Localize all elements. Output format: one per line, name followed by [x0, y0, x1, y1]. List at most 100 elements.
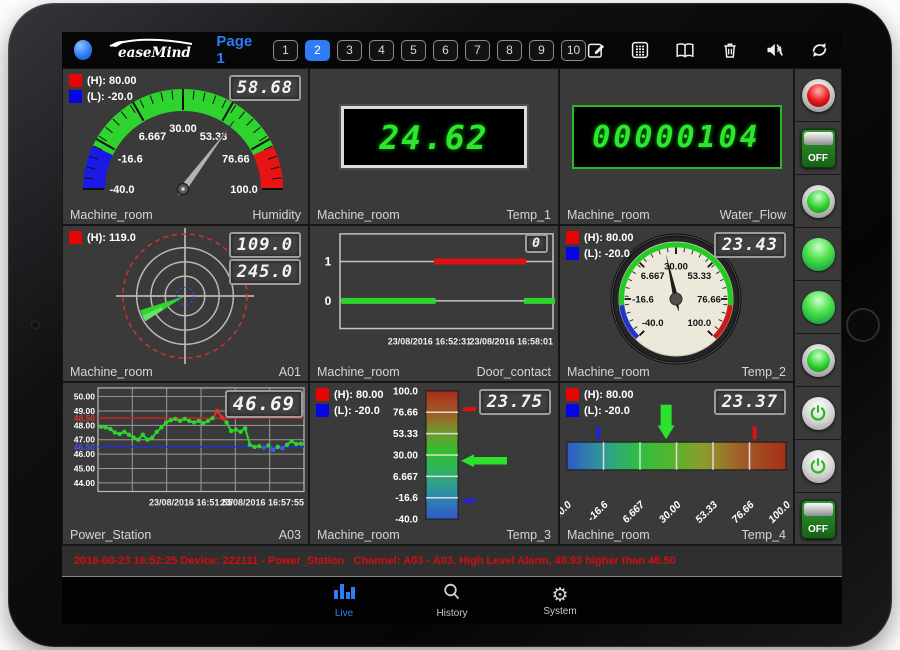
page-button-2[interactable]: 2	[305, 40, 330, 61]
svg-text:44.00: 44.00	[74, 478, 96, 488]
tab-history-label: History	[436, 608, 467, 619]
channel-label: Water_Flow	[720, 208, 786, 222]
indicator-light-green-2[interactable]	[802, 238, 835, 271]
keypad-icon[interactable]	[630, 40, 650, 60]
home-button[interactable]	[846, 308, 880, 342]
tab-live[interactable]: Live	[312, 582, 376, 619]
high-limit-label: (H): 80.00	[334, 389, 384, 401]
device-label: Machine_room	[317, 528, 400, 542]
side-cell	[795, 387, 841, 440]
page-button-1[interactable]: 1	[273, 40, 298, 61]
toolbar: easeMind Page 1 12345678910	[62, 32, 842, 68]
svg-text:46.00: 46.00	[74, 449, 96, 459]
app-screen: easeMind Page 1 12345678910 (H): 80.00 (…	[62, 32, 842, 622]
side-cell: OFF	[795, 122, 841, 175]
svg-text:-16.6: -16.6	[632, 295, 654, 306]
rocker-switch-1[interactable]: OFF	[801, 129, 836, 168]
svg-text:-40.0: -40.0	[395, 515, 418, 526]
power-button-2[interactable]	[802, 450, 835, 483]
refresh-icon[interactable]	[809, 40, 830, 60]
trash-icon[interactable]	[720, 40, 740, 60]
svg-text:76.66: 76.66	[393, 408, 418, 419]
device-label: Machine_room	[317, 365, 400, 379]
edit-icon[interactable]	[586, 40, 606, 60]
panel-humidity: (H): 80.00 (L): -20.0 58.68 -40.0 -16.6 6.…	[62, 68, 309, 225]
svg-text:-16.6: -16.6	[118, 154, 143, 166]
svg-text:23/08/2016 16:52:31: 23/08/2016 16:52:31	[388, 336, 471, 346]
svg-text:30.00: 30.00	[169, 123, 197, 135]
value-display: 58.68	[229, 75, 301, 101]
indicator-light-red[interactable]	[802, 79, 835, 112]
value-display: 46.69	[225, 390, 303, 418]
high-limit-label: (H): 119.0	[87, 232, 136, 244]
logo-text: easeMind	[118, 45, 191, 61]
svg-text:-40.0: -40.0	[642, 318, 664, 329]
side-cell	[795, 228, 841, 281]
tab-live-label: Live	[335, 608, 353, 619]
high-limit-label: (H): 80.00	[584, 389, 634, 401]
limit-legend: (H): 80.00 (L): -20.0	[566, 388, 634, 420]
channel-label: Temp_3	[507, 528, 551, 542]
side-cell	[795, 334, 841, 387]
power-button-1[interactable]	[802, 397, 835, 430]
svg-text:23/08/2016 16:58:01: 23/08/2016 16:58:01	[470, 336, 553, 346]
value-display: 23.75	[479, 389, 551, 415]
channel-label: Temp_1	[507, 208, 551, 222]
indicator-light-green-3[interactable]	[802, 291, 835, 324]
connection-status-indicator	[74, 40, 92, 60]
app-logo: easeMind	[104, 37, 200, 63]
logbook-icon[interactable]	[674, 40, 696, 60]
tab-system[interactable]: ⚙ System	[528, 585, 592, 617]
page-button-3[interactable]: 3	[337, 40, 362, 61]
panel-a01-radar: (H): 119.0 109.0 245.0 Machine_room A01	[62, 225, 309, 382]
svg-text:76.66: 76.66	[222, 154, 250, 166]
svg-text:76.66: 76.66	[730, 500, 757, 526]
device-label: Machine_room	[70, 365, 153, 379]
svg-text:6.667: 6.667	[139, 131, 167, 143]
svg-text:30.00: 30.00	[393, 451, 418, 462]
svg-text:1: 1	[325, 255, 332, 269]
svg-text:76.66: 76.66	[697, 295, 721, 306]
high-limit-swatch	[69, 231, 82, 244]
page-button-8[interactable]: 8	[497, 40, 522, 61]
page-button-4[interactable]: 4	[369, 40, 394, 61]
svg-text:53.33: 53.33	[393, 429, 418, 440]
limit-legend: (H): 80.00 (L): -20.0	[316, 388, 384, 420]
high-limit-swatch	[566, 388, 579, 401]
alarm-message: 2016-08-23 16:52:25 Device: 222111 - Pow…	[74, 555, 676, 567]
rocker-switch-2[interactable]: OFF	[801, 500, 836, 539]
gear-icon: ⚙	[551, 585, 568, 605]
page-button-6[interactable]: 6	[433, 40, 458, 61]
svg-text:-40.0: -40.0	[109, 184, 134, 196]
side-button-strip: OFF OFF	[794, 68, 842, 545]
limit-legend: (H): 119.0	[69, 231, 136, 247]
channel-label: Temp_4	[742, 528, 786, 542]
svg-text:100.0: 100.0	[687, 318, 711, 329]
svg-text:-16.6: -16.6	[395, 493, 418, 504]
alarm-bar[interactable]: 2016-08-23 16:52:25 Device: 222111 - Pow…	[62, 545, 842, 576]
tab-history[interactable]: History	[420, 582, 484, 619]
svg-text:-40.0: -40.0	[560, 500, 574, 525]
device-label: Machine_room	[567, 528, 650, 542]
limit-legend: (H): 80.00 (L): -20.0	[69, 74, 137, 106]
low-limit-label: (L): -20.0	[584, 405, 630, 417]
side-cell	[795, 175, 841, 228]
channel-label: Humidity	[252, 208, 301, 222]
device-label: Machine_room	[317, 208, 400, 222]
svg-text:100.0: 100.0	[767, 500, 793, 526]
tab-system-label: System	[543, 606, 576, 617]
page-button-7[interactable]: 7	[465, 40, 490, 61]
svg-text:6.667: 6.667	[393, 472, 418, 483]
page-button-10[interactable]: 10	[561, 40, 586, 61]
indicator-light-green-1[interactable]	[802, 185, 835, 218]
high-limit-swatch	[316, 388, 329, 401]
door-contact-step-chart: 1023/08/2016 16:52:3123/08/2016 16:58:01	[310, 226, 558, 365]
low-limit-swatch	[566, 247, 579, 260]
page-button-9[interactable]: 9	[529, 40, 554, 61]
panel-temp4: (H): 80.00 (L): -20.0 23.37 -40.0-16.66.…	[559, 382, 794, 545]
page-button-5[interactable]: 5	[401, 40, 426, 61]
mute-icon[interactable]	[764, 40, 785, 60]
channel-label: Door_contact	[477, 365, 551, 379]
low-limit-label: (L): -20.0	[87, 91, 133, 103]
indicator-light-green-4[interactable]	[802, 344, 835, 377]
